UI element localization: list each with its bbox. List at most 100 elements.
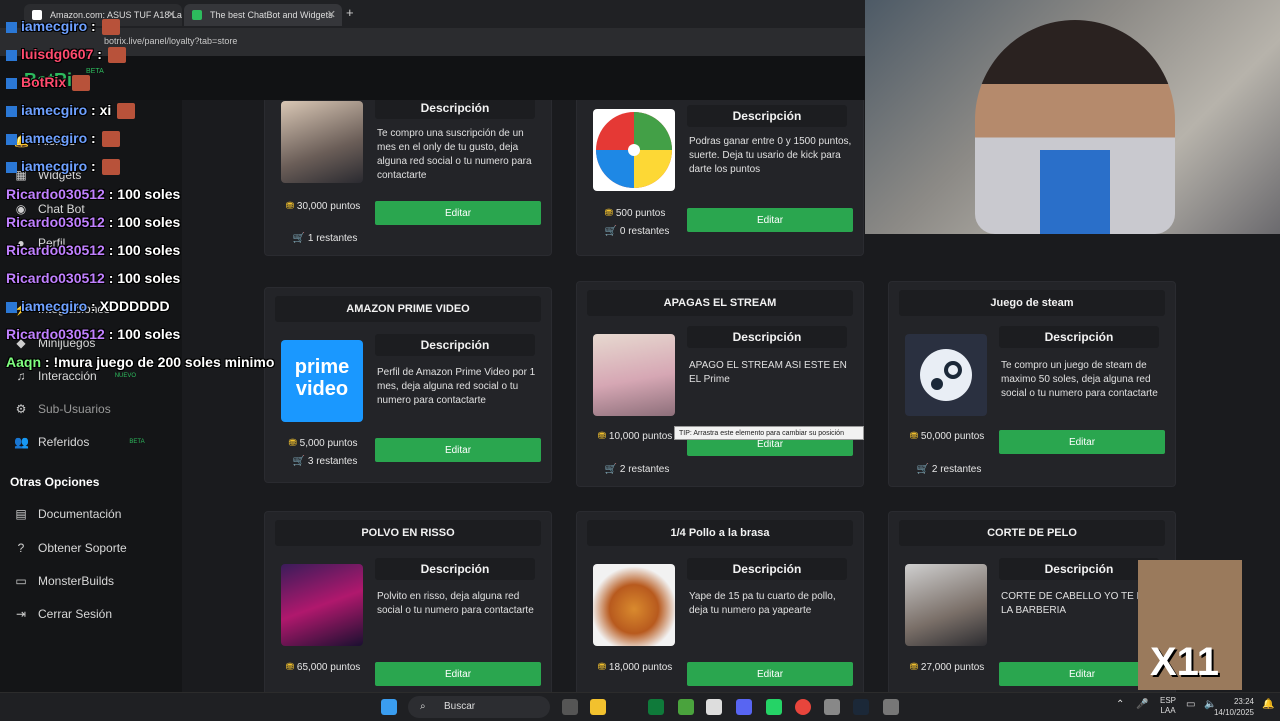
points-text: 50,000 puntos	[920, 431, 985, 442]
notification-icon[interactable]: 🔔	[1262, 699, 1274, 710]
sidebar-item-label: Referidos	[38, 435, 90, 449]
app-icon[interactable]	[706, 699, 722, 715]
address-bar[interactable]: botrix.live/panel/loyalty?tab=store	[0, 28, 865, 56]
chat-text: : 100 soles	[108, 186, 181, 202]
item-image	[593, 334, 675, 416]
edit-button[interactable]: Editar	[375, 438, 541, 462]
chat-username: Ricardo030512	[6, 270, 105, 286]
task-view-icon[interactable]	[562, 699, 578, 715]
close-tab-icon[interactable]: ✕	[327, 4, 336, 26]
item-image	[593, 564, 675, 646]
sidebar-item-label: Documentación	[38, 507, 122, 521]
chat-username: Ricardo030512	[6, 326, 105, 342]
edit-button[interactable]: Editar	[687, 208, 853, 232]
remaining-text: 1 restantes	[307, 233, 358, 244]
item-title: AMAZON PRIME VIDEO	[275, 296, 541, 322]
chevron-up-icon[interactable]: ⌃	[1116, 699, 1124, 710]
chat-text: : xi	[91, 102, 112, 118]
item-title: CORTE DE PELO	[899, 520, 1165, 546]
store-item-card[interactable]: Descripción Podras ganar entre 0 y 1500 …	[576, 100, 864, 256]
sidebar-item-interaccion[interactable]: ♫ Interacción NUEVO	[14, 369, 137, 383]
sidebar-item-referidos[interactable]: 👥 Referidos BETA	[14, 435, 145, 449]
steam-image	[905, 334, 987, 416]
cart-icon: 🛒	[292, 233, 306, 244]
network-icon[interactable]: ▭	[1186, 699, 1195, 710]
coins-icon: ⛃	[285, 201, 295, 212]
store-item-card[interactable]: Descripción Te compro una suscripción de…	[264, 100, 552, 256]
chat-text: : 100 soles	[108, 326, 181, 342]
close-tab-icon[interactable]: ✕	[167, 4, 176, 26]
botrix-favicon-icon	[192, 10, 202, 20]
item-remaining: 🛒 2 restantes	[899, 464, 999, 475]
edit-button[interactable]: Editar	[687, 662, 853, 686]
sidebar-item-subusuarios[interactable]: ⚙ Sub-Usuarios	[14, 402, 111, 416]
item-title: 1/4 Pollo a la brasa	[587, 520, 853, 546]
store-item-card[interactable]: 1/4 Pollo a la brasa Descripción Yape de…	[576, 511, 864, 692]
edit-button[interactable]: Editar	[375, 201, 541, 225]
xbox-icon[interactable]	[648, 699, 664, 715]
language-indicator[interactable]: ESP LAA	[1160, 696, 1176, 716]
file-explorer-icon[interactable]	[590, 699, 606, 715]
points-text: 500 puntos	[615, 208, 666, 219]
coins-icon: ⛃	[909, 431, 919, 442]
emote-icon	[101, 19, 120, 36]
points-text: 18,000 puntos	[608, 662, 673, 673]
store-item-card[interactable]: Juego de steam Descripción Te compro un …	[888, 281, 1176, 487]
item-description: APAGO EL STREAM ASI ESTE EN EL Prime	[689, 360, 847, 385]
item-description: Te compro un juego de steam de maximo 50…	[1001, 360, 1158, 399]
beta-badge: BETA	[129, 439, 145, 445]
item-points: ⛃ 10,000 puntos	[583, 430, 687, 443]
chat-username: luisdg0607	[21, 46, 94, 62]
chat-message: iamecgiro :	[6, 158, 120, 176]
points-text: 30,000 puntos	[296, 201, 361, 212]
sidebar-item-monsterbuilds[interactable]: ▭ MonsterBuilds	[14, 574, 114, 588]
item-title: POLVO EN RISSO	[275, 520, 541, 546]
item-remaining: 🛒 3 restantes	[275, 456, 375, 467]
edit-button[interactable]: Editar	[999, 430, 1165, 454]
microphone-icon[interactable]: 🎤	[1136, 699, 1148, 710]
webcam-overlay	[865, 0, 1280, 234]
url-text[interactable]: botrix.live/panel/loyalty?tab=store	[104, 36, 237, 46]
taskbar-search[interactable]: ⌕ Buscar	[408, 696, 550, 718]
obs-icon[interactable]	[824, 699, 840, 715]
chat-username: Ricardo030512	[6, 214, 105, 230]
chrome-icon[interactable]	[795, 699, 811, 715]
search-icon: ⌕	[420, 701, 426, 712]
minecraft-icon[interactable]	[678, 699, 694, 715]
emote-icon	[107, 47, 126, 64]
sidebar-item-soporte[interactable]: ? Obtener Soporte	[14, 541, 127, 555]
edit-button[interactable]: Editar	[375, 662, 541, 686]
item-title: APAGAS EL STREAM	[587, 290, 853, 316]
search-placeholder: Buscar	[444, 701, 476, 712]
store-item-card[interactable]: APAGAS EL STREAM Descripción APAGO EL ST…	[576, 281, 864, 487]
whatsapp-icon[interactable]	[766, 699, 782, 715]
new-tab-button[interactable]: +	[346, 5, 354, 20]
sidebar-item-documentacion[interactable]: ▤ Documentación	[14, 507, 121, 521]
chat-message: Ricardo030512 : 100 soles	[6, 214, 180, 230]
mod-badge-icon	[6, 301, 17, 313]
sidebar-item-label: Sub-Usuarios	[38, 402, 111, 416]
chat-message: Ricardo030512 : 100 soles	[6, 242, 180, 258]
store-item-card[interactable]: AMAZON PRIME VIDEO prime video Descripci…	[264, 287, 552, 483]
description-heading: Descripción	[375, 558, 535, 580]
store-item-card[interactable]: CORTE DE PELO Descripción CORTE DE CABEL…	[888, 511, 1176, 692]
steam-icon[interactable]	[853, 699, 869, 715]
windows-start-icon[interactable]	[381, 699, 397, 715]
cart-icon: 🛒	[604, 464, 618, 475]
system-clock[interactable]: 23:24 14/10/2025	[1214, 696, 1254, 718]
discord-icon[interactable]	[736, 699, 752, 715]
store-item-card[interactable]: POLVO EN RISSO Descripción Polvito en ri…	[264, 511, 552, 692]
tab-botrix[interactable]: The best ChatBot and Widgets ✕	[184, 4, 342, 26]
chat-message: Aaqn : !mura juego de 200 soles minimo	[6, 354, 274, 370]
chat-message: BotRix	[6, 74, 91, 92]
sidebar-item-cerrar-sesion[interactable]: ⇥ Cerrar Sesión	[14, 607, 112, 621]
app-icon[interactable]	[883, 699, 899, 715]
item-points: ⛃ 18,000 puntos	[583, 661, 687, 674]
roulette-wheel-icon	[596, 112, 672, 188]
points-text: 27,000 puntos	[920, 662, 985, 673]
new-badge: NUEVO	[114, 373, 137, 379]
gear-icon: ⚙	[15, 402, 27, 416]
browser-tab-bar: Amazon.com: ASUS TUF A18 La ✕ The best C…	[0, 0, 865, 28]
chat-text: :	[91, 158, 96, 174]
emote-icon	[101, 131, 120, 148]
